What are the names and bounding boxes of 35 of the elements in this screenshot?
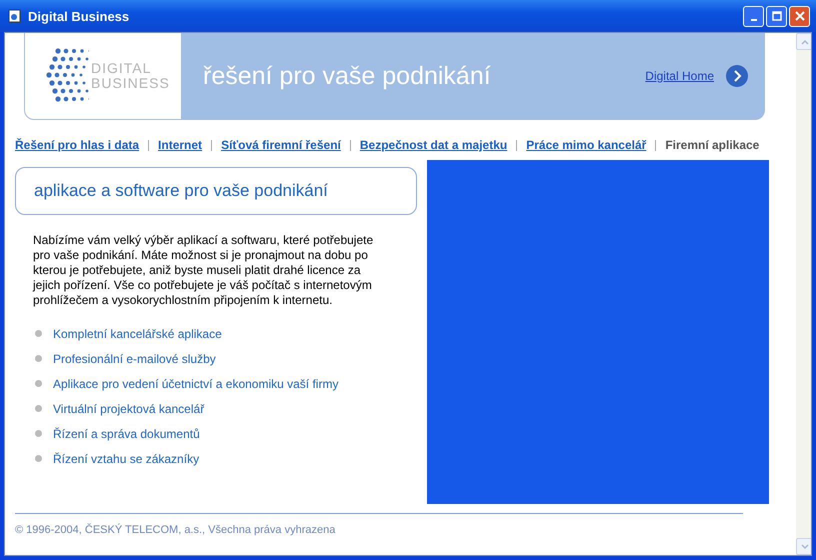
section-title: aplikace a software pro vaše podnikání	[15, 167, 417, 215]
window-title: Digital Business	[28, 8, 130, 24]
chevron-up-icon	[800, 38, 808, 44]
nav-link[interactable]: Práce mimo kancelář	[526, 138, 646, 152]
logo-text: BUSINESS	[91, 76, 170, 91]
service-link[interactable]: Virtuální projektová kancelář	[53, 402, 204, 416]
nav-link[interactable]: Řešení pro hlas i data	[15, 138, 140, 152]
maximize-button[interactable]	[766, 6, 787, 26]
nav-link[interactable]: Bezpečnost dat a majetku	[360, 138, 508, 152]
bullet-icon	[35, 455, 42, 462]
bullet-icon	[35, 330, 42, 337]
close-button[interactable]	[789, 6, 810, 26]
logo-text: DIGITAL	[91, 61, 152, 76]
copyright-text: © 1996-2004, ČESKÝ TELECOM, a.s., Všechna práva vyhrazena	[15, 513, 743, 536]
service-link[interactable]: Řízení a správa dokumentů	[53, 426, 200, 440]
service-link[interactable]: Řízení vztahu se zákazníky	[53, 452, 200, 466]
service-link[interactable]: Kompletní kancelářské aplikace	[53, 326, 222, 340]
minimize-button[interactable]	[743, 6, 764, 26]
bullet-icon	[35, 355, 42, 362]
chevron-down-icon	[800, 544, 808, 550]
tagline: řešení pro vaše podnikání	[202, 62, 492, 90]
nav-link[interactable]: Firemní aplikace	[665, 138, 760, 152]
nav-link[interactable]: Internet	[158, 138, 202, 152]
bullet-icon	[35, 380, 42, 387]
nav-link[interactable]: Síťová firemní řešení	[221, 138, 341, 152]
minimize-icon	[750, 18, 756, 20]
intro-paragraph: Nabízíme vám velký výběr aplikací a softwaru, které potřebujete pro vaše podnikání. Máte možnost si je pronajmout na dobu po kterou je potřebujete, aniž byste museli platit drahé licence za jejich pořízení. Vše co potřebujete je váš počítač s internetovým prohlížečem a vysokorychlostním připojením k internetu.	[33, 233, 374, 308]
service-link[interactable]: Profesionální e-mailové služby	[53, 352, 216, 366]
maximize-icon	[772, 11, 782, 21]
page-icon	[8, 9, 22, 23]
service-link[interactable]: Aplikace pro vedení účetnictví a ekonomiku vaší firmy	[53, 376, 338, 390]
home-link[interactable]: Digital Home	[645, 69, 714, 83]
bullet-icon	[35, 405, 42, 412]
bullet-icon	[35, 430, 42, 437]
close-icon	[794, 11, 804, 21]
